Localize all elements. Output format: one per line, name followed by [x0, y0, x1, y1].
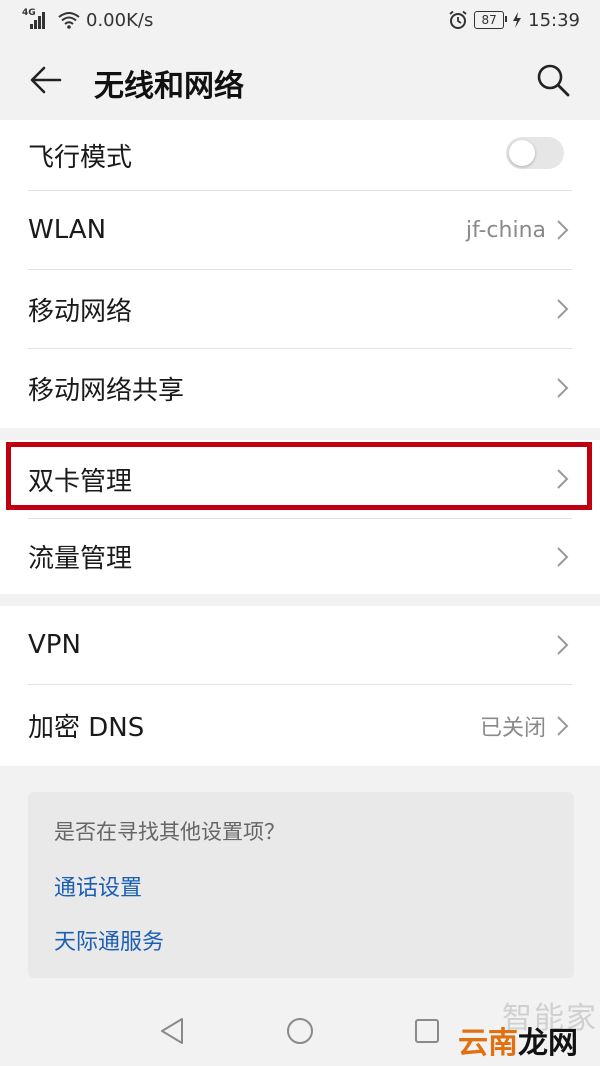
toggle-knob	[509, 140, 535, 166]
battery-level: 87	[481, 13, 497, 27]
chevron-right-icon	[557, 715, 569, 736]
chevron-right-icon	[557, 546, 569, 567]
vpn-label: VPN	[28, 630, 81, 660]
tethering-row[interactable]: 移动网络共享	[0, 349, 600, 427]
wlan-value: jf-china	[465, 217, 546, 243]
chevron-right-icon	[557, 378, 569, 398]
data-usage-row[interactable]: 流量管理	[0, 519, 600, 594]
status-left: 4G 0.00K/s	[22, 8, 154, 31]
settings-group-sim: 双卡管理 流量管理	[0, 440, 600, 594]
signal-icon: 4G	[22, 8, 52, 30]
dual-sim-row[interactable]: 双卡管理	[0, 440, 600, 518]
airplane-mode-label: 飞行模式	[28, 142, 133, 173]
app-bar: 无线和网络	[0, 40, 600, 120]
arrow-left-icon[interactable]	[28, 62, 64, 98]
vpn-row[interactable]: VPN	[0, 606, 600, 684]
watermark-part-b: 龙网	[518, 1026, 578, 1061]
suggestions-question: 是否在寻找其他设置项？	[54, 820, 285, 844]
wlan-row[interactable]: WLAN jf-china	[0, 191, 600, 269]
settings-group-connections: 飞行模式 WLAN jf-china 移动网络 移动网络共享	[0, 120, 600, 428]
settings-group-vpn: VPN 加密 DNS 已关闭	[0, 606, 600, 766]
page-title: 无线和网络	[94, 69, 244, 104]
chevron-right-icon	[557, 299, 569, 319]
airplane-mode-row[interactable]: 飞行模式	[0, 120, 600, 190]
chevron-right-icon	[557, 469, 569, 489]
chevron-right-icon	[557, 635, 569, 655]
private-dns-label: 加密 DNS	[28, 713, 145, 743]
skytone-service-link[interactable]: 天际通服务	[54, 924, 548, 956]
suggestions-panel: 是否在寻找其他设置项？ 通话设置 天际通服务	[28, 792, 574, 978]
search-icon[interactable]	[535, 62, 571, 98]
nav-recents-icon[interactable]	[414, 1018, 440, 1044]
dual-sim-label: 双卡管理	[28, 466, 133, 497]
data-usage-label: 流量管理	[28, 544, 133, 574]
tethering-label: 移动网络共享	[28, 375, 185, 406]
chevron-right-icon	[557, 220, 569, 240]
wlan-label: WLAN	[28, 215, 107, 245]
network-speed: 0.00K/s	[86, 9, 154, 31]
private-dns-value: 已关闭	[479, 715, 546, 741]
alarm-icon	[449, 10, 467, 29]
status-bar: 4G 0.00K/s 87 15:39	[0, 0, 600, 40]
airplane-mode-toggle[interactable]	[506, 137, 564, 169]
mobile-network-label: 移动网络	[28, 296, 133, 327]
private-dns-row[interactable]: 加密 DNS 已关闭	[0, 685, 600, 766]
charging-icon	[513, 12, 522, 28]
nav-back-icon[interactable]	[158, 1016, 186, 1046]
watermark-part-a: 云南	[458, 1026, 518, 1061]
wifi-icon	[58, 12, 80, 29]
nav-home-icon[interactable]	[286, 1017, 314, 1045]
status-right: 87 15:39	[448, 10, 580, 31]
clock: 15:39	[528, 9, 580, 31]
watermark-bottom: 云南龙网	[458, 1018, 578, 1062]
battery-icon: 87	[474, 11, 508, 29]
mobile-network-row[interactable]: 移动网络	[0, 270, 600, 348]
call-settings-link[interactable]: 通话设置	[54, 870, 548, 902]
